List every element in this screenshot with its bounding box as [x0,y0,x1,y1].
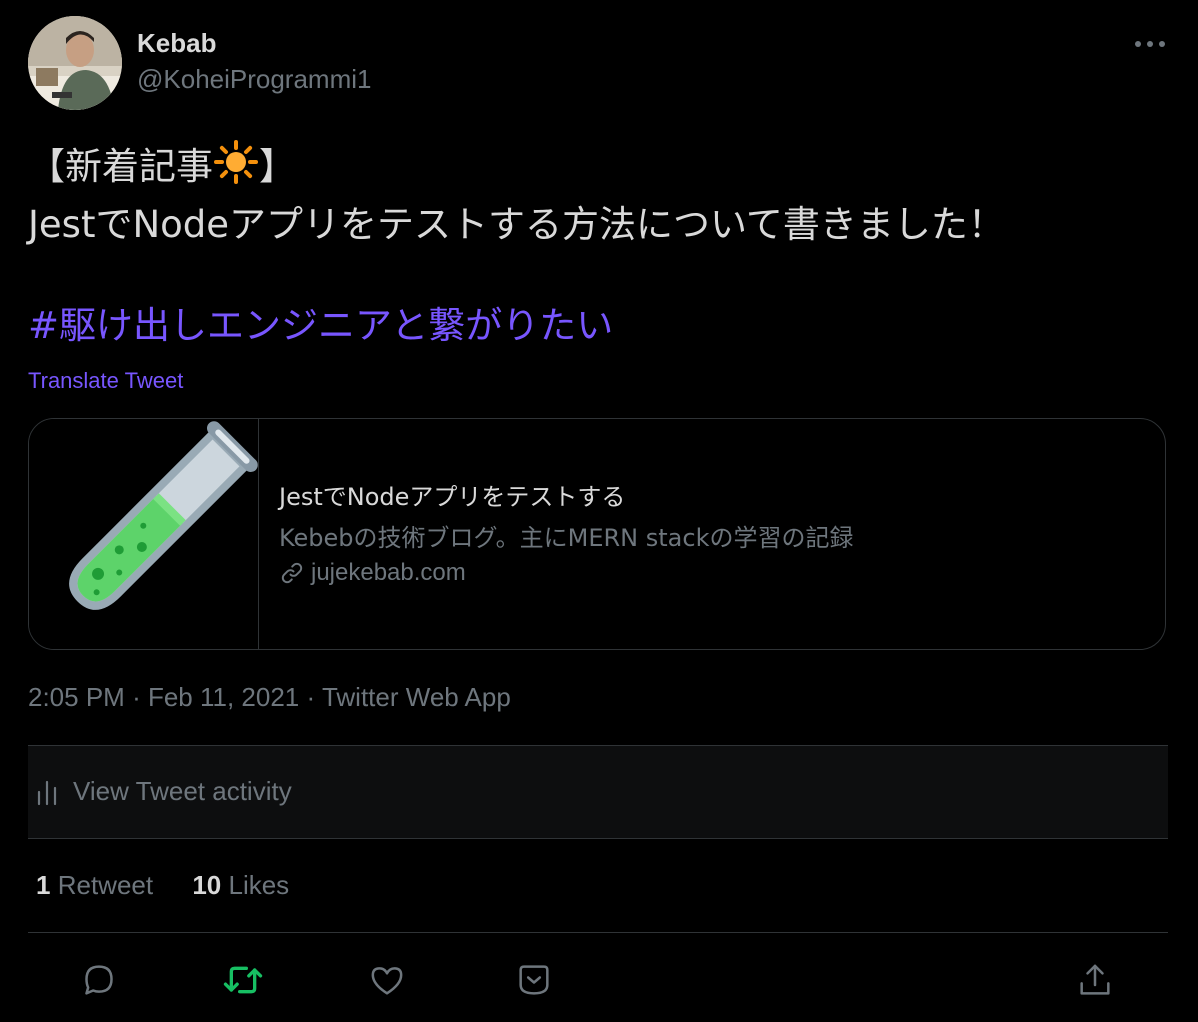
share-button[interactable] [1073,958,1117,1002]
bookmark-icon [519,965,549,995]
view-tweet-activity-button[interactable]: View Tweet activity [28,746,1168,838]
tweet-detail: Kebab @KoheiProgrammi1 【新着記事 】 JestでNode… [0,0,1198,1022]
card-image [29,419,259,649]
card-domain: jujekebab.com [279,559,466,587]
meta-separator: · [306,682,316,712]
likes-stat[interactable]: 10 Likes [192,870,289,901]
tweet-text: 【新着記事 】 JestでNodeアプリをテストする方法について書きました！ [28,138,1168,254]
test-tube-icon [69,421,258,610]
link-card[interactable]: JestでNodeアプリをテストする Kebebの技術ブログ。主にMERN st… [28,418,1166,650]
retweets-count: 1 [36,870,51,900]
tweet-source[interactable]: Twitter Web App [322,682,511,712]
divider [28,838,1168,839]
translate-tweet-link[interactable]: Translate Tweet [28,368,183,394]
likes-count: 10 [192,870,222,900]
tweet-meta: 2:05 PM · Feb 11, 2021 · Twitter Web App [28,682,511,713]
meta-separator: · [132,682,141,712]
tweet-time[interactable]: 2:05 PM [28,682,125,712]
retweet-icon [223,966,263,994]
reply-icon [85,965,113,995]
retweets-label: Retweet [57,870,154,900]
display-name[interactable]: Kebab [137,28,216,59]
tweet-line-1: 【新着記事 】 [28,138,1168,196]
link-icon [281,562,303,584]
divider [28,932,1168,933]
share-icon [1080,964,1110,995]
hashtag-link[interactable]: #駆け出しエンジニアと繋がりたい [28,300,613,352]
retweet-button[interactable] [221,958,265,1002]
activity-label: View Tweet activity [73,776,292,806]
user-handle[interactable]: @KoheiProgrammi1 [137,64,371,95]
tweet-line-1-prefix: 【新着記事 [28,145,213,188]
tweet-line-1-suffix: 】 [259,145,296,188]
tweet-date[interactable]: Feb 11, 2021 [148,682,299,712]
more-button[interactable] [1130,30,1170,58]
bar-chart-icon [37,780,57,806]
card-domain-text: jujekebab.com [311,559,466,586]
likes-label: Likes [228,870,290,900]
tweet-stats: 1 Retweet 10 Likes [36,870,321,901]
card-description: Kebebの技術ブログ。主にMERN stackの学習の記録 [279,524,854,552]
avatar-photo [28,16,122,110]
reply-button[interactable] [77,958,121,1002]
card-title: JestでNodeアプリをテストする [279,483,626,511]
sun-emoji-icon [214,140,258,184]
like-icon [371,967,403,995]
like-button[interactable] [365,958,409,1002]
bookmark-button[interactable] [512,958,556,1002]
retweets-stat[interactable]: 1 Retweet [36,870,153,901]
avatar[interactable] [28,16,122,110]
more-icon [1135,41,1165,47]
tweet-line-2: JestでNodeアプリをテストする方法について書きました！ [28,203,1005,246]
